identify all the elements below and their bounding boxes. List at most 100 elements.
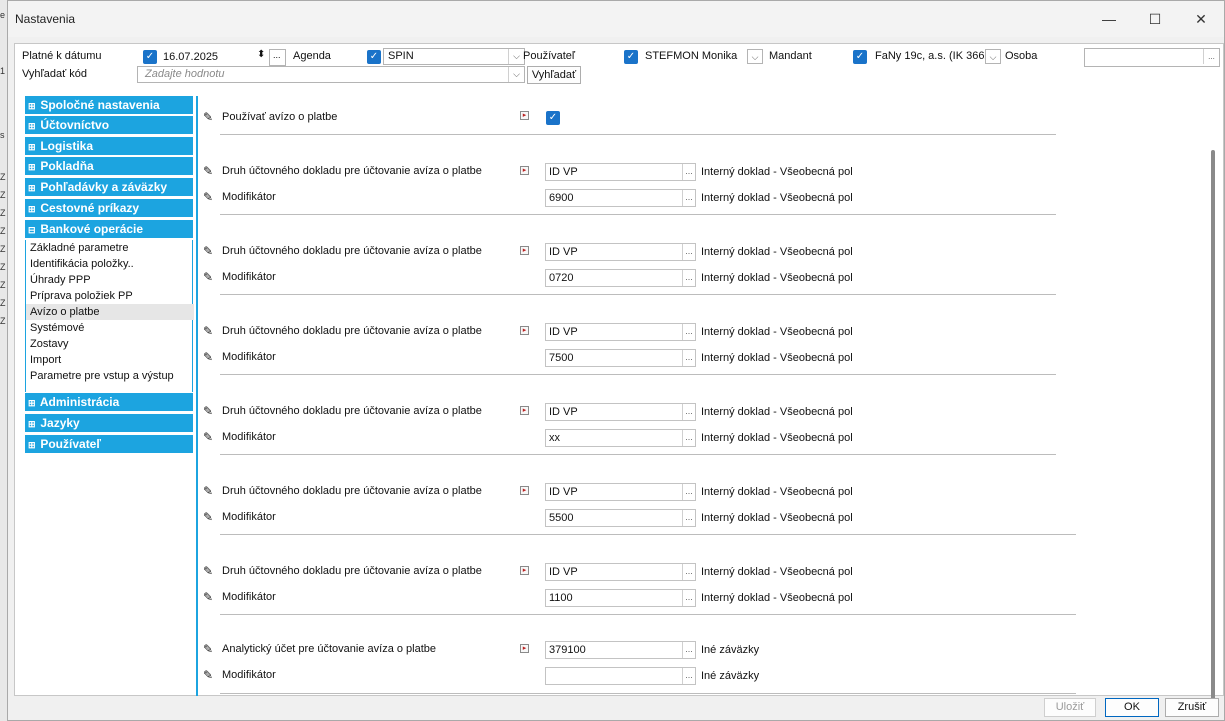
valid-date-value[interactable]: 16.07.2025 xyxy=(163,51,218,63)
user-select[interactable]: STEFMON Monika ⌵ xyxy=(640,48,764,65)
maximize-button[interactable]: ☐ xyxy=(1132,1,1178,37)
ellipsis-icon[interactable]: ... xyxy=(682,484,695,500)
modifier-field[interactable]: 0720 ... xyxy=(545,269,696,287)
doc-type-field[interactable]: ID VP ... xyxy=(545,323,696,341)
modifier-field[interactable]: 5500 ... xyxy=(545,509,696,527)
sidebar-item-payment-advice[interactable]: Avízo o platbe xyxy=(26,304,194,320)
doc-type-field[interactable]: ID VP ... xyxy=(545,403,696,421)
vertical-scrollbar[interactable] xyxy=(1211,150,1215,710)
search-button[interactable]: Vyhľadať xyxy=(527,66,581,84)
sidebar-item-io-params[interactable]: Parametre pre vstup a výstup xyxy=(26,368,194,384)
sidebar-item-import[interactable]: Import xyxy=(26,352,194,368)
ellipsis-icon[interactable]: ... xyxy=(682,164,695,180)
pencil-icon[interactable]: ✎ xyxy=(203,270,213,284)
sidebar-section-admin[interactable]: ⊞ Administrácia xyxy=(25,393,193,412)
analytic-account-field[interactable]: 379100 ... xyxy=(545,641,696,659)
ellipsis-icon[interactable]: ... xyxy=(682,564,695,580)
sidebar-section-common[interactable]: ⊞ Spoločné nastavenia xyxy=(25,96,193,115)
ellipsis-icon[interactable]: ... xyxy=(682,668,695,684)
sidebar-item-reports[interactable]: Zostavy xyxy=(26,336,194,352)
sidebar-section-travel[interactable]: ⊞ Cestovné príkazy xyxy=(25,199,193,218)
inherit-arrow-icon[interactable]: ▸ xyxy=(520,246,529,255)
sidebar-section-receivables[interactable]: ⊞ Pohľadávky a záväzky xyxy=(25,178,193,197)
doc-type-field[interactable]: ID VP ... xyxy=(545,243,696,261)
inherit-arrow-icon[interactable]: ▸ xyxy=(520,406,529,415)
sidebar-item-system[interactable]: Systémové xyxy=(26,320,194,336)
agenda-select[interactable]: SPIN ⌵ xyxy=(383,48,525,65)
cancel-button[interactable]: Zrušiť xyxy=(1165,698,1219,717)
inherit-arrow-icon[interactable]: ▸ xyxy=(520,166,529,175)
pencil-icon[interactable]: ✎ xyxy=(203,510,213,524)
ellipsis-icon[interactable]: ... xyxy=(682,430,695,446)
sidebar-section-bank[interactable]: ⊟ Bankové operácie xyxy=(25,220,193,239)
settings-window: Nastavenia — ☐ ✕ Platné k dátumu ✓ 16.07… xyxy=(7,0,1225,721)
modifier-field[interactable]: 6900 ... xyxy=(545,189,696,207)
sidebar-item-ppp-payments[interactable]: Úhrady PPP xyxy=(26,272,194,288)
sidebar-item-pp-preparation[interactable]: Príprava položiek PP xyxy=(26,288,194,304)
search-code-input[interactable]: Zadajte hodnotu ⌵ xyxy=(137,66,525,83)
valid-date-checkbox[interactable]: ✓ xyxy=(143,50,157,64)
ok-button[interactable]: OK xyxy=(1105,698,1159,717)
valid-date-label: Platné k dátumu xyxy=(22,50,102,62)
sidebar-section-languages[interactable]: ⊞ Jazyky xyxy=(25,414,193,433)
separator xyxy=(220,214,1056,215)
pencil-icon[interactable]: ✎ xyxy=(203,404,213,418)
modifier-field[interactable]: 7500 ... xyxy=(545,349,696,367)
person-field[interactable]: ... xyxy=(1084,48,1220,67)
save-button[interactable]: Uložiť xyxy=(1044,698,1096,717)
doc-type-field[interactable]: ID VP ... xyxy=(545,563,696,581)
sidebar-item-basic-params[interactable]: Základné parametre xyxy=(26,240,194,256)
pencil-icon[interactable]: ✎ xyxy=(203,430,213,444)
modifier-field[interactable]: xx ... xyxy=(545,429,696,447)
ellipsis-icon[interactable]: ... xyxy=(682,510,695,526)
inherit-arrow-icon[interactable]: ▸ xyxy=(520,111,529,120)
modifier-field[interactable]: 1100 ... xyxy=(545,589,696,607)
pencil-icon[interactable]: ✎ xyxy=(203,164,213,178)
close-button[interactable]: ✕ xyxy=(1178,1,1224,37)
sidebar-section-logistics[interactable]: ⊞ Logistika xyxy=(25,137,193,156)
pencil-icon[interactable]: ✎ xyxy=(203,190,213,204)
pencil-icon[interactable]: ✎ xyxy=(203,564,213,578)
inherit-arrow-icon[interactable]: ▸ xyxy=(520,326,529,335)
analytic-modifier-field[interactable]: ... xyxy=(545,667,696,685)
sidebar-section-user[interactable]: ⊞ Používateľ xyxy=(25,435,193,454)
ellipsis-icon[interactable]: ... xyxy=(682,642,695,658)
use-advice-checkbox[interactable]: ✓ xyxy=(546,111,560,125)
inherit-arrow-icon[interactable]: ▸ xyxy=(520,486,529,495)
settings-main: ✎ Používať avízo o platbe ▸ ✓ ✎ Druh účt… xyxy=(196,96,1211,696)
agenda-checkbox[interactable]: ✓ xyxy=(367,50,381,64)
pencil-icon[interactable]: ✎ xyxy=(203,668,213,682)
mandant-select[interactable]: FaNy 19c, a.s. (IK 3662 ⌵ xyxy=(870,48,1002,65)
date-picker-button[interactable]: ... xyxy=(269,49,286,66)
pencil-icon[interactable]: ✎ xyxy=(203,484,213,498)
pencil-icon[interactable]: ✎ xyxy=(203,642,213,656)
pencil-icon[interactable]: ✎ xyxy=(203,244,213,258)
date-spin-icon[interactable]: ⬍ xyxy=(257,49,265,60)
inherit-arrow-icon[interactable]: ▸ xyxy=(520,566,529,575)
inherit-arrow-icon[interactable]: ▸ xyxy=(520,644,529,653)
ellipsis-icon[interactable]: ... xyxy=(682,324,695,340)
sidebar-section-accounting[interactable]: ⊞ Účtovníctvo xyxy=(25,116,193,135)
ellipsis-icon[interactable]: ... xyxy=(682,350,695,366)
mandant-checkbox[interactable]: ✓ xyxy=(853,50,867,64)
pencil-icon[interactable]: ✎ xyxy=(203,350,213,364)
doc-type-field[interactable]: ID VP ... xyxy=(545,483,696,501)
doc-type-field[interactable]: ID VP ... xyxy=(545,163,696,181)
ellipsis-icon[interactable]: ... xyxy=(682,244,695,260)
pencil-icon[interactable]: ✎ xyxy=(203,590,213,604)
user-checkbox[interactable]: ✓ xyxy=(624,50,638,64)
sidebar-section-cash[interactable]: ⊞ Pokladňa xyxy=(25,157,193,176)
pencil-icon[interactable]: ✎ xyxy=(203,324,213,338)
bank-items-list: Základné parametre Identifikácia položky… xyxy=(25,240,194,392)
pencil-icon[interactable]: ✎ xyxy=(203,110,213,124)
ellipsis-icon[interactable]: ... xyxy=(682,190,695,206)
ellipsis-icon[interactable]: ... xyxy=(682,270,695,286)
minimize-button[interactable]: — xyxy=(1086,1,1132,37)
doc-type-value: ID VP xyxy=(549,166,578,178)
sidebar-item-identification[interactable]: Identifikácia položky.. xyxy=(26,256,194,272)
ellipsis-icon[interactable]: ... xyxy=(682,404,695,420)
chevron-down-icon: ⌵ xyxy=(747,49,763,64)
ellipsis-icon[interactable]: ... xyxy=(1203,49,1219,64)
separator xyxy=(220,534,1076,535)
ellipsis-icon[interactable]: ... xyxy=(682,590,695,606)
